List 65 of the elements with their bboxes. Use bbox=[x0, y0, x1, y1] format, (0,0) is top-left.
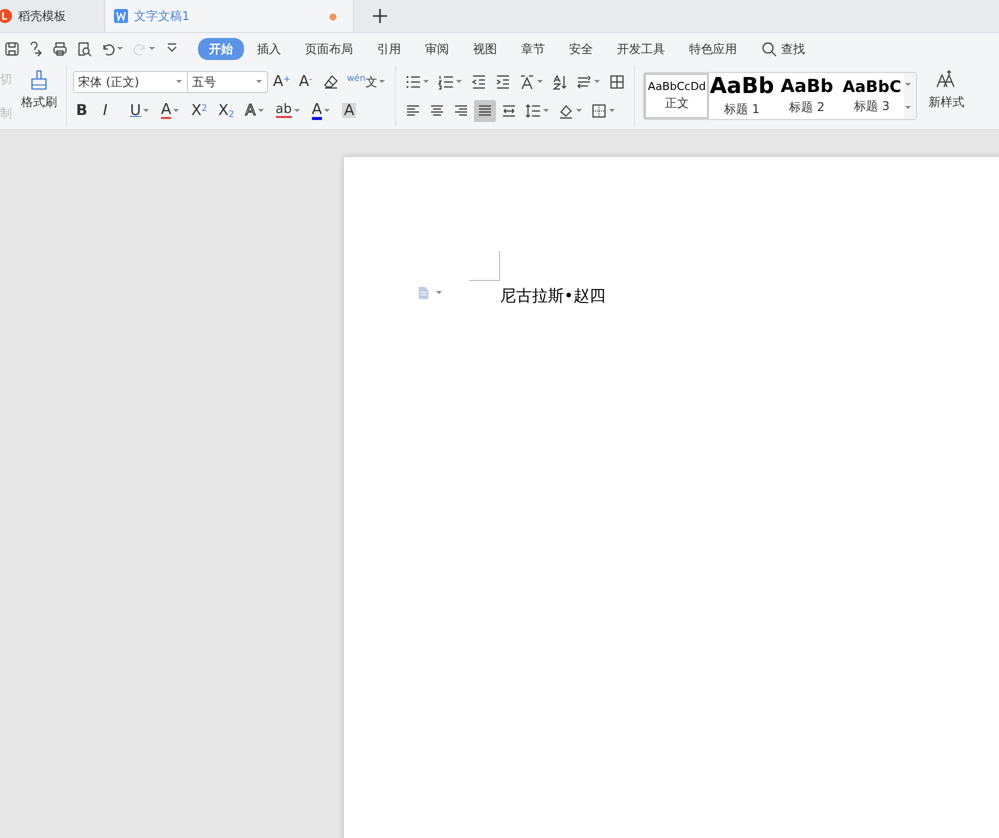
font-size-field[interactable]: 五号 bbox=[188, 70, 268, 92]
text-effect-button[interactable]: A bbox=[242, 100, 268, 122]
distribute-icon bbox=[501, 102, 518, 118]
line-spacing-icon bbox=[525, 102, 542, 118]
subscript-button[interactable]: X$_{2}$ bbox=[215, 100, 238, 122]
search-icon bbox=[761, 41, 777, 57]
caret-icon bbox=[904, 104, 912, 112]
highlight-button[interactable]: ab bbox=[272, 100, 304, 122]
ribbon-tab[interactable]: 安全 bbox=[558, 38, 604, 60]
ribbon-tab[interactable]: 审阅 bbox=[414, 38, 460, 60]
document-icon bbox=[113, 8, 129, 24]
logo-icon bbox=[0, 8, 13, 24]
text-direction-icon bbox=[519, 74, 536, 90]
align-right-icon bbox=[453, 102, 470, 118]
align-left-icon bbox=[405, 102, 422, 118]
caret-icon bbox=[435, 289, 443, 297]
justify-button[interactable] bbox=[474, 100, 496, 122]
document-tab[interactable]: 文字文稿1 bbox=[104, 0, 354, 32]
style-preset[interactable]: AaBbC 标题 3 bbox=[839, 73, 904, 119]
ribbon-tab[interactable]: 特色应用 bbox=[678, 38, 748, 60]
line-break-icon bbox=[576, 74, 592, 90]
caret-icon bbox=[175, 78, 183, 86]
grow-font-button[interactable]: A$^{+}$ bbox=[270, 70, 294, 92]
ribbon-tab[interactable]: 视图 bbox=[462, 38, 508, 60]
numbered-list-icon bbox=[438, 74, 454, 90]
search-button[interactable]: 查找 bbox=[750, 38, 816, 60]
new-style-button[interactable]: 新样式 bbox=[925, 69, 968, 123]
italic-button[interactable]: I bbox=[100, 100, 122, 122]
file-icon bbox=[417, 286, 431, 300]
paragraph-handle[interactable] bbox=[417, 286, 443, 300]
style-preset[interactable]: AaBbCcDd 正文 bbox=[644, 73, 710, 119]
document-text: 尼古拉斯•赵四 bbox=[500, 285, 606, 307]
character-shading-button[interactable]: A bbox=[339, 100, 362, 122]
bulleted-list-icon bbox=[405, 74, 422, 90]
ribbon-tab[interactable]: 页面布局 bbox=[294, 38, 364, 60]
caret-icon bbox=[116, 45, 124, 53]
ribbon-tab[interactable]: 引用 bbox=[366, 38, 412, 60]
gallery-scroll-bar[interactable] bbox=[904, 73, 916, 119]
table-icon bbox=[609, 74, 626, 90]
strikethrough-button[interactable]: A bbox=[158, 100, 184, 122]
ribbon-tab[interactable]: 开发工具 bbox=[606, 38, 676, 60]
document-tab[interactable]: 稻壳模板 bbox=[0, 0, 66, 32]
phonetic-guide-button[interactable]: $^{wén}$文 bbox=[344, 70, 390, 92]
eraser-icon bbox=[322, 74, 339, 90]
paint-bucket-icon bbox=[558, 102, 574, 118]
plus-icon bbox=[372, 8, 388, 24]
caret-icon bbox=[904, 80, 912, 88]
decrease-indent-icon bbox=[471, 74, 488, 90]
align-center-icon bbox=[429, 102, 446, 118]
increase-indent-icon bbox=[495, 74, 512, 90]
sort-icon bbox=[552, 74, 568, 90]
style-preset[interactable]: AaBb 标题 2 bbox=[774, 73, 840, 119]
shrink-font-button[interactable]: A$^{-}$ bbox=[296, 70, 318, 92]
caret-icon bbox=[255, 78, 263, 86]
superscript-button[interactable]: X$^{2}$ bbox=[188, 100, 210, 122]
font-name-field[interactable]: 宋体 (正文) bbox=[73, 70, 188, 92]
font-color-button[interactable]: A bbox=[308, 100, 334, 122]
ribbon-tab[interactable]: 插入 bbox=[246, 38, 292, 60]
border-icon bbox=[591, 102, 608, 118]
underline-button[interactable]: U bbox=[127, 100, 153, 122]
justify-icon bbox=[477, 102, 494, 118]
margin-corner-mark bbox=[469, 251, 500, 281]
caret-icon bbox=[148, 45, 156, 53]
ribbon-tab[interactable]: 章节 bbox=[510, 38, 556, 60]
bold-button[interactable]: B bbox=[73, 100, 95, 122]
